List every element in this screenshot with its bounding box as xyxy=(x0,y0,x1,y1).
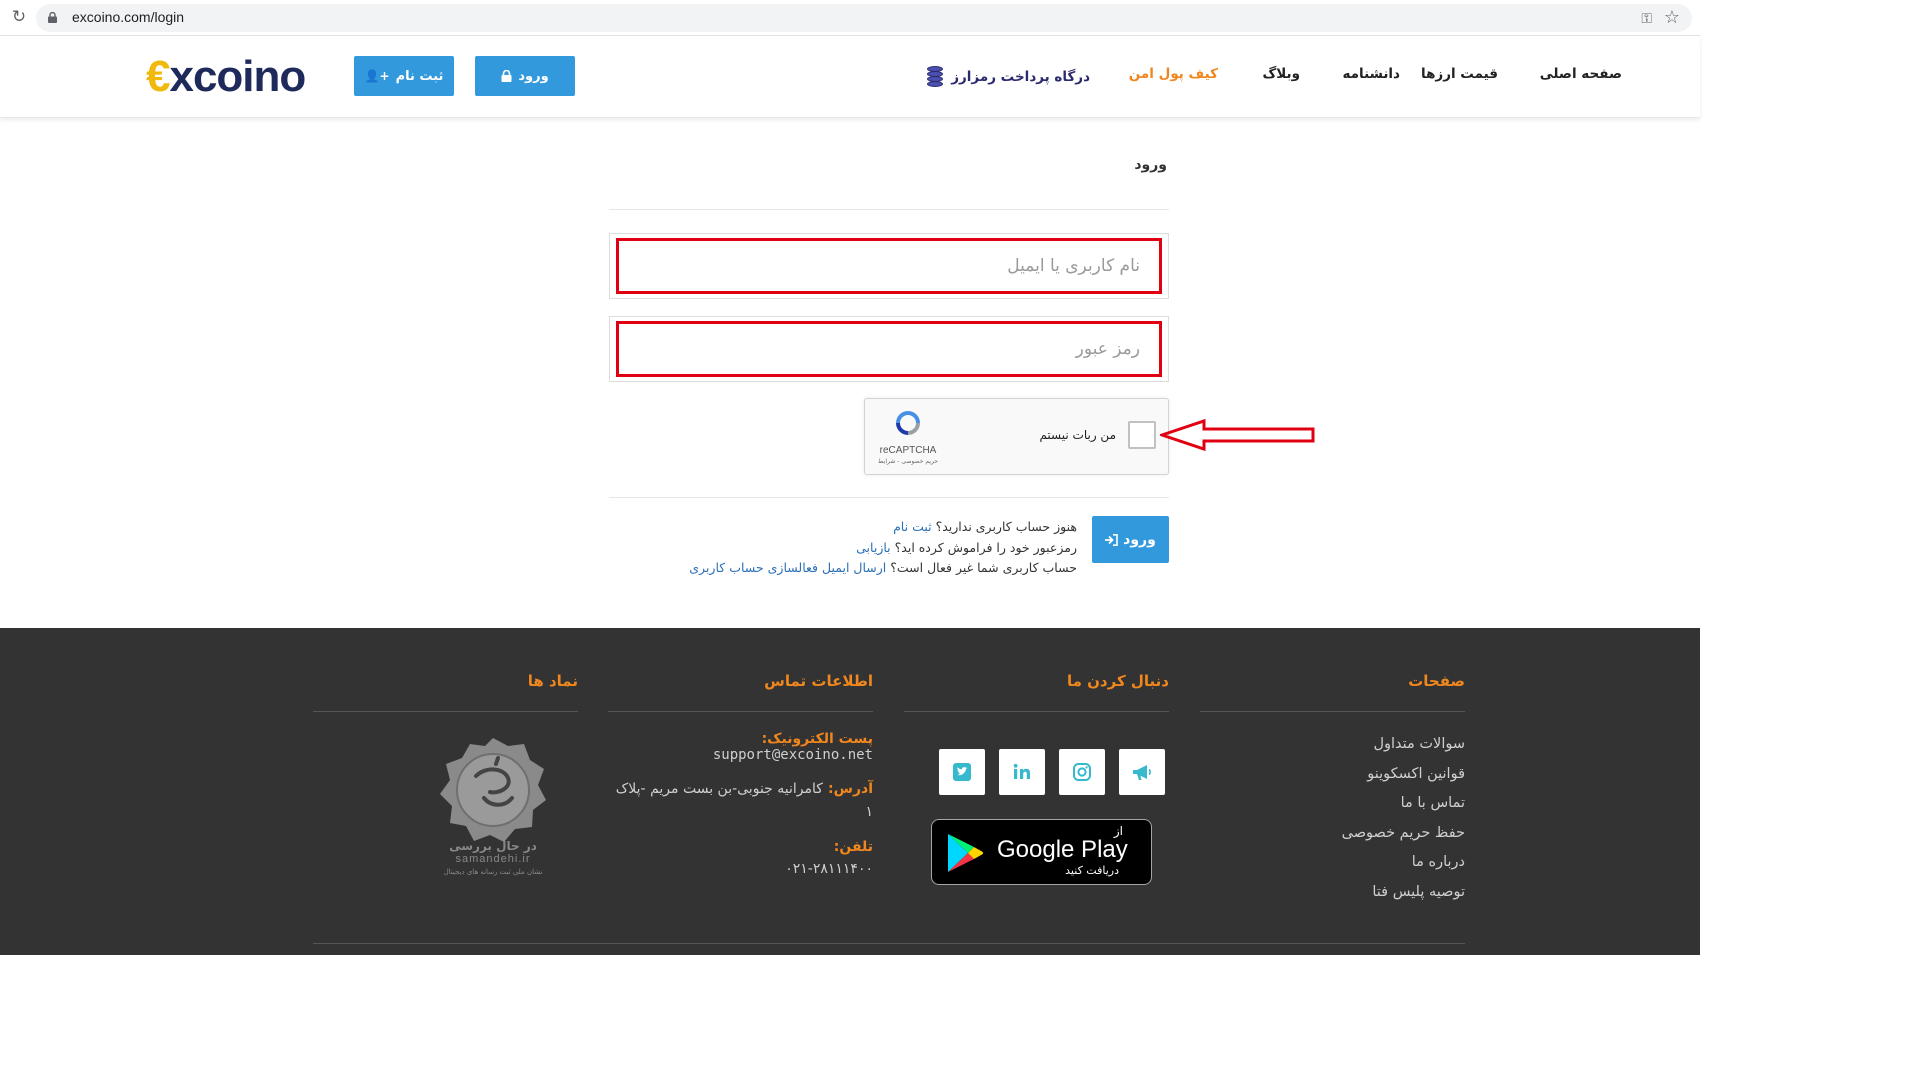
email-label: پست الکترونیک: xyxy=(761,731,873,747)
title-divider xyxy=(609,209,1169,210)
activation-prompt: حساب کاربری شما غیر فعال است؟ ارسال ایمی… xyxy=(689,558,1077,579)
footer-link-privacy[interactable]: حفظ حریم خصوصی xyxy=(1342,819,1465,849)
register-button[interactable]: 👤+ ثبت نام xyxy=(354,56,454,96)
submit-login-label: ورود xyxy=(1123,531,1156,548)
footer-pages-title: صفحات xyxy=(1408,672,1465,690)
password-input[interactable] xyxy=(624,327,1154,371)
browser-toolbar: ↻ excoino.com/login ⚿ ☆ xyxy=(0,0,1700,36)
forgot-prompt: رمزعبور خود را فراموش کرده اید؟ بازیابی xyxy=(689,538,1077,559)
nav-gateway-label: درگاه پرداخت رمزارز xyxy=(951,69,1090,85)
activation-prompt-text: حساب کاربری شما غیر فعال است؟ xyxy=(890,560,1077,575)
excoino-logo[interactable]: €xcoino xyxy=(146,52,306,102)
sign-in-icon xyxy=(1105,533,1118,546)
padlock-icon xyxy=(501,70,512,82)
footer-symbols-title: نماد ها xyxy=(527,672,578,690)
nav-gateway[interactable]: درگاه پرداخت رمزارز xyxy=(925,66,1090,88)
register-button-label: ثبت نام xyxy=(395,68,444,84)
logo-text: xcoin xyxy=(169,52,280,101)
footer-divider xyxy=(608,711,873,712)
nav-blog[interactable]: وبلاگ xyxy=(1262,66,1300,82)
recover-link[interactable]: بازیابی xyxy=(856,540,891,555)
linkedin-icon[interactable] xyxy=(999,749,1045,795)
nav-wallet[interactable]: کیف پول امن xyxy=(1129,66,1218,82)
bookmark-star-icon[interactable]: ☆ xyxy=(1664,7,1680,28)
address-bar[interactable]: excoino.com/login ⚿ ☆ xyxy=(36,4,1692,32)
page-title: ورود xyxy=(1134,157,1167,173)
footer-link-faq[interactable]: سوالات متداول xyxy=(1342,730,1465,760)
reload-icon[interactable]: ↻ xyxy=(8,6,30,28)
username-field-container xyxy=(609,233,1169,299)
submit-login-button[interactable]: ورود xyxy=(1092,516,1169,563)
contact-phone: ۰۲۱-۲۸۱۱۱۴۰۰ xyxy=(785,861,873,877)
social-links xyxy=(939,749,1165,795)
nav-wiki[interactable]: دانشنامه xyxy=(1343,66,1401,82)
recaptcha-logo: reCAPTCHA حریم خصوصی - شرایط xyxy=(873,407,943,465)
form-divider xyxy=(609,497,1169,498)
footer-page-links: سوالات متداول قوانین اکسکوینو تماس با ما… xyxy=(1342,730,1465,907)
footer-follow-column: دنبال کردن ما از Google Play دریافت کنید xyxy=(904,628,1169,918)
samandehi-seal-icon[interactable] xyxy=(438,736,548,846)
footer-contact-title: اطلاعات تماس xyxy=(764,672,873,690)
logo-suffix: o xyxy=(279,52,306,101)
contact-info: پست الکترونیک: support@excoino.net آدرس:… xyxy=(613,731,873,877)
register-link[interactable]: ثبت نام xyxy=(893,519,932,534)
recaptcha-widget: من ربات نیستم reCAPTCHA حریم خصوصی - شرا… xyxy=(864,398,1169,475)
site-footer: صفحات سوالات متداول قوانین اکسکوینو تماس… xyxy=(0,628,1700,955)
recaptcha-icon xyxy=(896,411,920,435)
key-icon[interactable]: ⚿ xyxy=(1641,11,1652,27)
google-play-sub: دریافت کنید xyxy=(1065,864,1119,877)
contact-email[interactable]: support@excoino.net xyxy=(613,747,873,763)
activation-link[interactable]: ارسال ایمیل فعالسازی حساب کاربری xyxy=(689,560,886,575)
recaptcha-brand: reCAPTCHA xyxy=(879,445,937,456)
seal-caption: نشان ملی ثبت رسانه های دیجیتال xyxy=(443,868,543,876)
footer-pages-column: صفحات سوالات متداول قوانین اکسکوینو تماس… xyxy=(1200,628,1465,918)
lock-icon xyxy=(48,12,57,23)
address-label: آدرس: xyxy=(828,781,873,797)
logo-e: € xyxy=(146,52,171,101)
footer-contact-column: اطلاعات تماس پست الکترونیک: support@exco… xyxy=(608,628,873,918)
recaptcha-checkbox[interactable] xyxy=(1128,421,1156,449)
annotation-arrow-icon xyxy=(1160,418,1315,452)
google-play-name: Google Play xyxy=(997,836,1128,863)
forgot-prompt-text: رمزعبور خود را فراموش کرده اید؟ xyxy=(894,539,1077,555)
footer-follow-title: دنبال کردن ما xyxy=(1066,672,1169,690)
footer-divider xyxy=(313,711,578,712)
google-play-badge[interactable]: از Google Play دریافت کنید xyxy=(931,819,1152,885)
footer-divider xyxy=(904,711,1169,712)
site-header: €xcoino 👤+ ثبت نام ورود صفحه اصلی قیمت ا… xyxy=(0,36,1700,118)
recaptcha-terms[interactable]: حریم خصوصی - شرایط xyxy=(873,458,943,465)
nav-home[interactable]: صفحه اصلی xyxy=(1540,66,1622,82)
footer-divider xyxy=(1200,711,1465,712)
twitter-icon[interactable] xyxy=(939,749,985,795)
register-prompt-text: هنوز حساب کاربری ندارید؟ xyxy=(935,519,1077,534)
megaphone-icon[interactable] xyxy=(1119,749,1165,795)
login-button[interactable]: ورود xyxy=(475,56,575,96)
google-play-icon xyxy=(948,834,984,872)
footer-link-contact[interactable]: تماس با ما xyxy=(1342,789,1465,819)
user-plus-icon: 👤+ xyxy=(364,69,390,83)
coins-icon xyxy=(925,66,945,88)
instagram-icon[interactable] xyxy=(1059,749,1105,795)
seal-status: در حال بررسی xyxy=(449,839,537,853)
login-button-label: ورود xyxy=(518,68,549,84)
nav-prices[interactable]: قیمت ارزها xyxy=(1421,66,1498,82)
footer-link-about[interactable]: درباره ما xyxy=(1342,848,1465,878)
register-prompt: هنوز حساب کاربری ندارید؟ ثبت نام xyxy=(689,517,1077,538)
footer-bottom-divider xyxy=(313,943,1465,944)
footer-link-police-advice[interactable]: توصیه پلیس فتا xyxy=(1342,878,1465,908)
password-field-container xyxy=(609,316,1169,382)
url-text[interactable]: excoino.com/login xyxy=(72,9,184,25)
username-input[interactable] xyxy=(624,244,1154,288)
help-links: هنوز حساب کاربری ندارید؟ ثبت نام رمزعبور… xyxy=(689,517,1077,579)
footer-link-rules[interactable]: قوانین اکسکوینو xyxy=(1342,760,1465,790)
recaptcha-label: من ربات نیستم xyxy=(1039,428,1116,442)
seal-site: samandehi.ir xyxy=(455,853,531,865)
phone-label: تلفن: xyxy=(833,839,873,855)
